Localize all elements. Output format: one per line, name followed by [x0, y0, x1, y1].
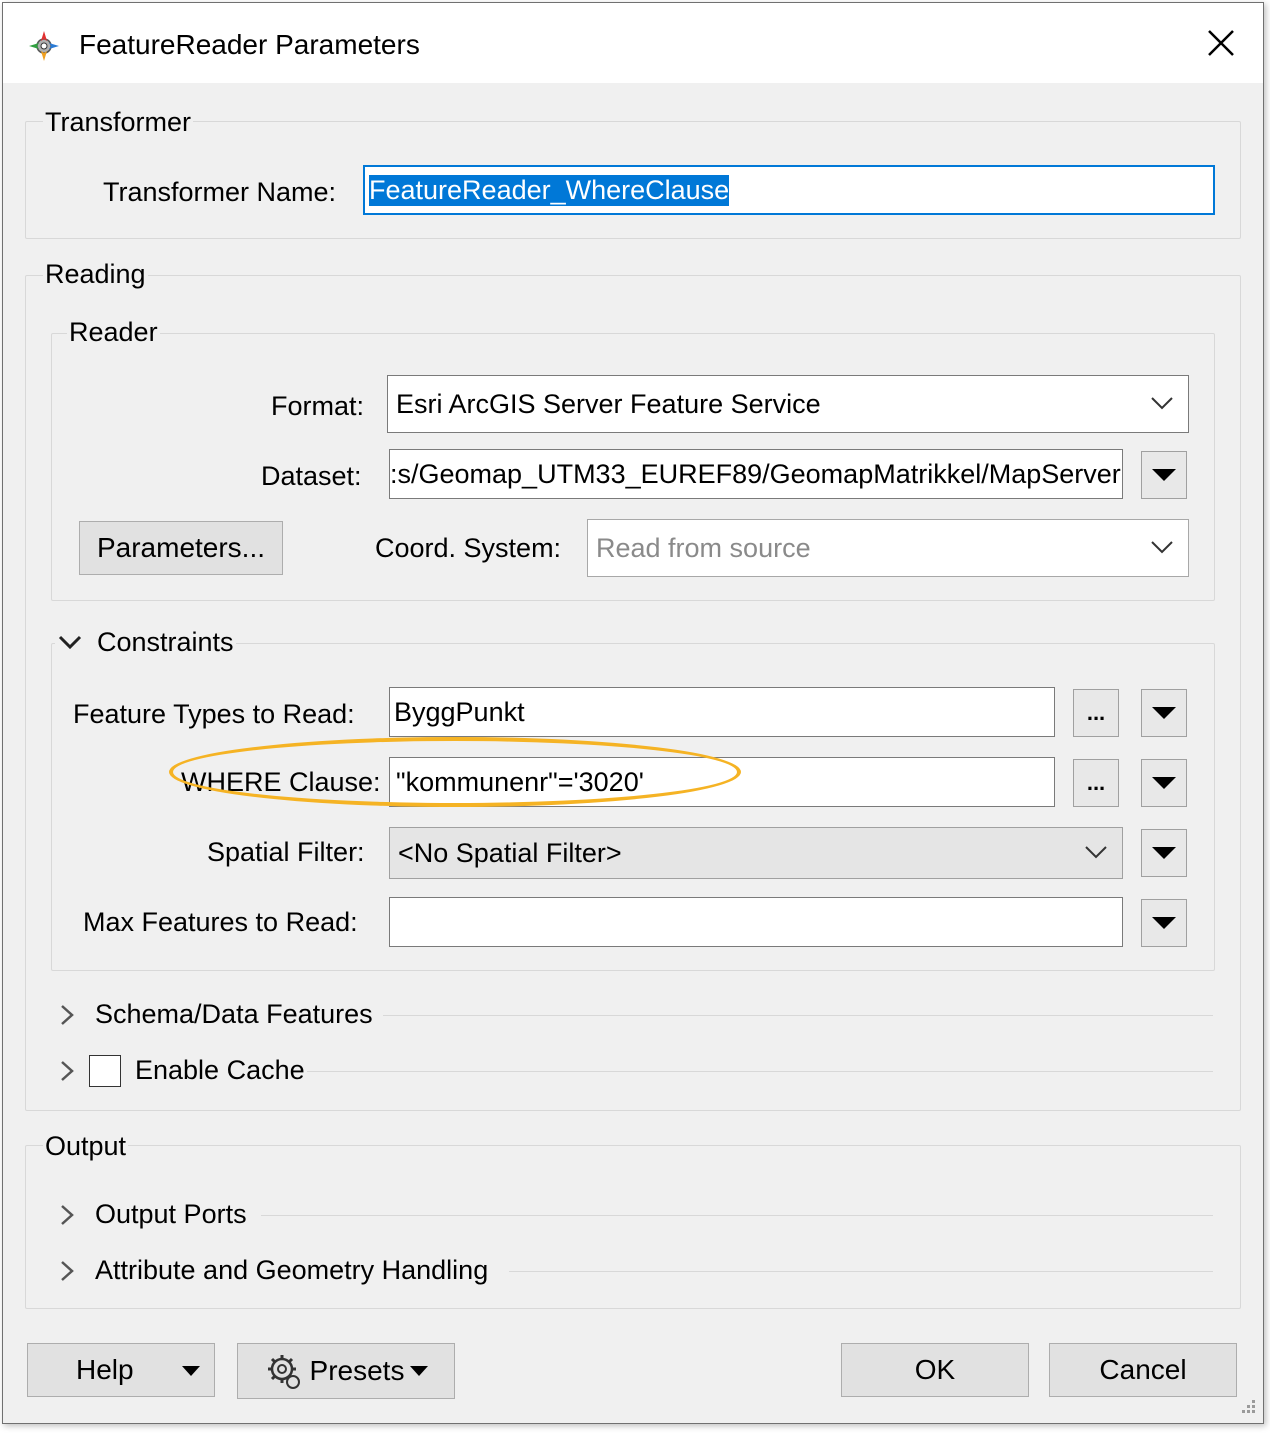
presets-label: Presets — [309, 1355, 405, 1386]
chevron-down-icon — [1151, 397, 1173, 410]
featurereader-dialog: FeatureReader Parameters Transformer Tra… — [2, 2, 1264, 1424]
cancel-button[interactable]: Cancel — [1049, 1343, 1237, 1397]
schema-separator — [383, 1015, 1213, 1016]
triangle-down-icon — [1152, 847, 1176, 859]
coord-system-placeholder: Read from source — [596, 532, 811, 563]
format-label: Format: — [271, 391, 365, 421]
spatial-filter-dropdown-button[interactable] — [1141, 829, 1187, 877]
title-bar: FeatureReader Parameters — [3, 3, 1263, 83]
dataset-value: :s/Geomap_UTM33_EUREF89/GeomapMatrikkel/… — [390, 458, 1121, 489]
constraints-legend: Constraints — [97, 627, 234, 657]
schema-section-header[interactable]: Schema/Data Features — [57, 999, 373, 1030]
chevron-down-icon — [58, 635, 82, 649]
output-legend: Output — [43, 1131, 129, 1162]
cache-separator — [307, 1071, 1213, 1072]
close-icon[interactable] — [1199, 21, 1243, 65]
feature-types-ellipsis-button[interactable]: ... — [1073, 689, 1119, 737]
where-clause-value: "kommunenr"='3020' — [396, 766, 644, 797]
reader-legend: Reader — [67, 317, 160, 348]
feature-types-input[interactable]: ByggPunkt — [389, 687, 1055, 737]
chevron-right-icon — [61, 1004, 74, 1025]
chevron-right-icon — [61, 1260, 74, 1281]
fme-app-icon — [29, 31, 59, 61]
help-button[interactable]: Help — [27, 1343, 215, 1397]
feature-types-dropdown-button[interactable] — [1141, 689, 1187, 737]
max-features-input[interactable] — [389, 897, 1123, 947]
spatial-filter-label: Spatial Filter: — [207, 837, 365, 867]
help-label: Help — [76, 1354, 134, 1385]
dataset-label: Dataset: — [261, 461, 362, 491]
spatial-filter-select[interactable]: <No Spatial Filter> — [389, 827, 1123, 879]
enable-cache-label: Enable Cache — [135, 1055, 305, 1085]
format-select[interactable]: Esri ArcGIS Server Feature Service — [387, 375, 1189, 433]
output-ports-separator — [261, 1215, 1213, 1216]
enable-cache-checkbox[interactable] — [89, 1055, 121, 1087]
resize-grip-icon[interactable] — [1237, 1397, 1257, 1417]
triangle-down-icon — [1152, 469, 1176, 481]
reading-legend: Reading — [43, 259, 148, 290]
coord-system-select[interactable]: Read from source — [587, 519, 1189, 577]
transformer-legend: Transformer — [43, 107, 194, 138]
feature-types-value: ByggPunkt — [394, 696, 525, 727]
constraints-header[interactable]: Constraints — [55, 627, 236, 658]
transformer-name-input[interactable]: FeatureReader_WhereClause — [363, 165, 1215, 215]
presets-dropdown-icon — [410, 1366, 429, 1376]
output-ports-label: Output Ports — [95, 1199, 247, 1229]
transformer-name-label: Transformer Name: — [103, 177, 337, 207]
spatial-filter-value: <No Spatial Filter> — [398, 837, 622, 868]
feature-types-label: Feature Types to Read: — [73, 699, 355, 729]
chevron-right-icon[interactable] — [57, 1059, 77, 1083]
dataset-dropdown-button[interactable] — [1141, 451, 1187, 499]
triangle-down-icon — [1152, 777, 1176, 789]
where-clause-dropdown-button[interactable] — [1141, 759, 1187, 807]
where-clause-ellipsis-button[interactable]: ... — [1073, 759, 1119, 807]
triangle-down-icon — [1152, 917, 1176, 929]
dataset-input[interactable]: :s/Geomap_UTM33_EUREF89/GeomapMatrikkel/… — [389, 449, 1123, 499]
presets-gear-icon — [267, 1355, 300, 1389]
attribute-handling-separator — [509, 1271, 1213, 1272]
help-dropdown-icon — [182, 1366, 200, 1376]
output-ports-header[interactable]: Output Ports — [57, 1199, 247, 1230]
ok-button[interactable]: OK — [841, 1343, 1029, 1397]
format-value: Esri ArcGIS Server Feature Service — [396, 388, 821, 419]
window-title: FeatureReader Parameters — [79, 29, 420, 60]
transformer-name-value: FeatureReader_WhereClause — [369, 174, 730, 206]
coord-system-label: Coord. System: — [375, 533, 562, 563]
chevron-down-icon — [1151, 541, 1173, 554]
schema-section-label: Schema/Data Features — [95, 999, 373, 1029]
attribute-handling-label: Attribute and Geometry Handling — [95, 1255, 489, 1285]
where-clause-label: WHERE Clause: — [181, 767, 381, 797]
chevron-right-icon — [61, 1204, 74, 1225]
triangle-down-icon — [1152, 707, 1176, 719]
chevron-down-icon — [1085, 846, 1107, 859]
max-features-label: Max Features to Read: — [83, 907, 358, 937]
where-clause-input[interactable]: "kommunenr"='3020' — [389, 757, 1055, 807]
parameters-button[interactable]: Parameters... — [79, 521, 283, 575]
max-features-dropdown-button[interactable] — [1141, 899, 1187, 947]
attribute-handling-header[interactable]: Attribute and Geometry Handling — [57, 1255, 488, 1286]
presets-button[interactable]: Presets — [237, 1343, 455, 1399]
